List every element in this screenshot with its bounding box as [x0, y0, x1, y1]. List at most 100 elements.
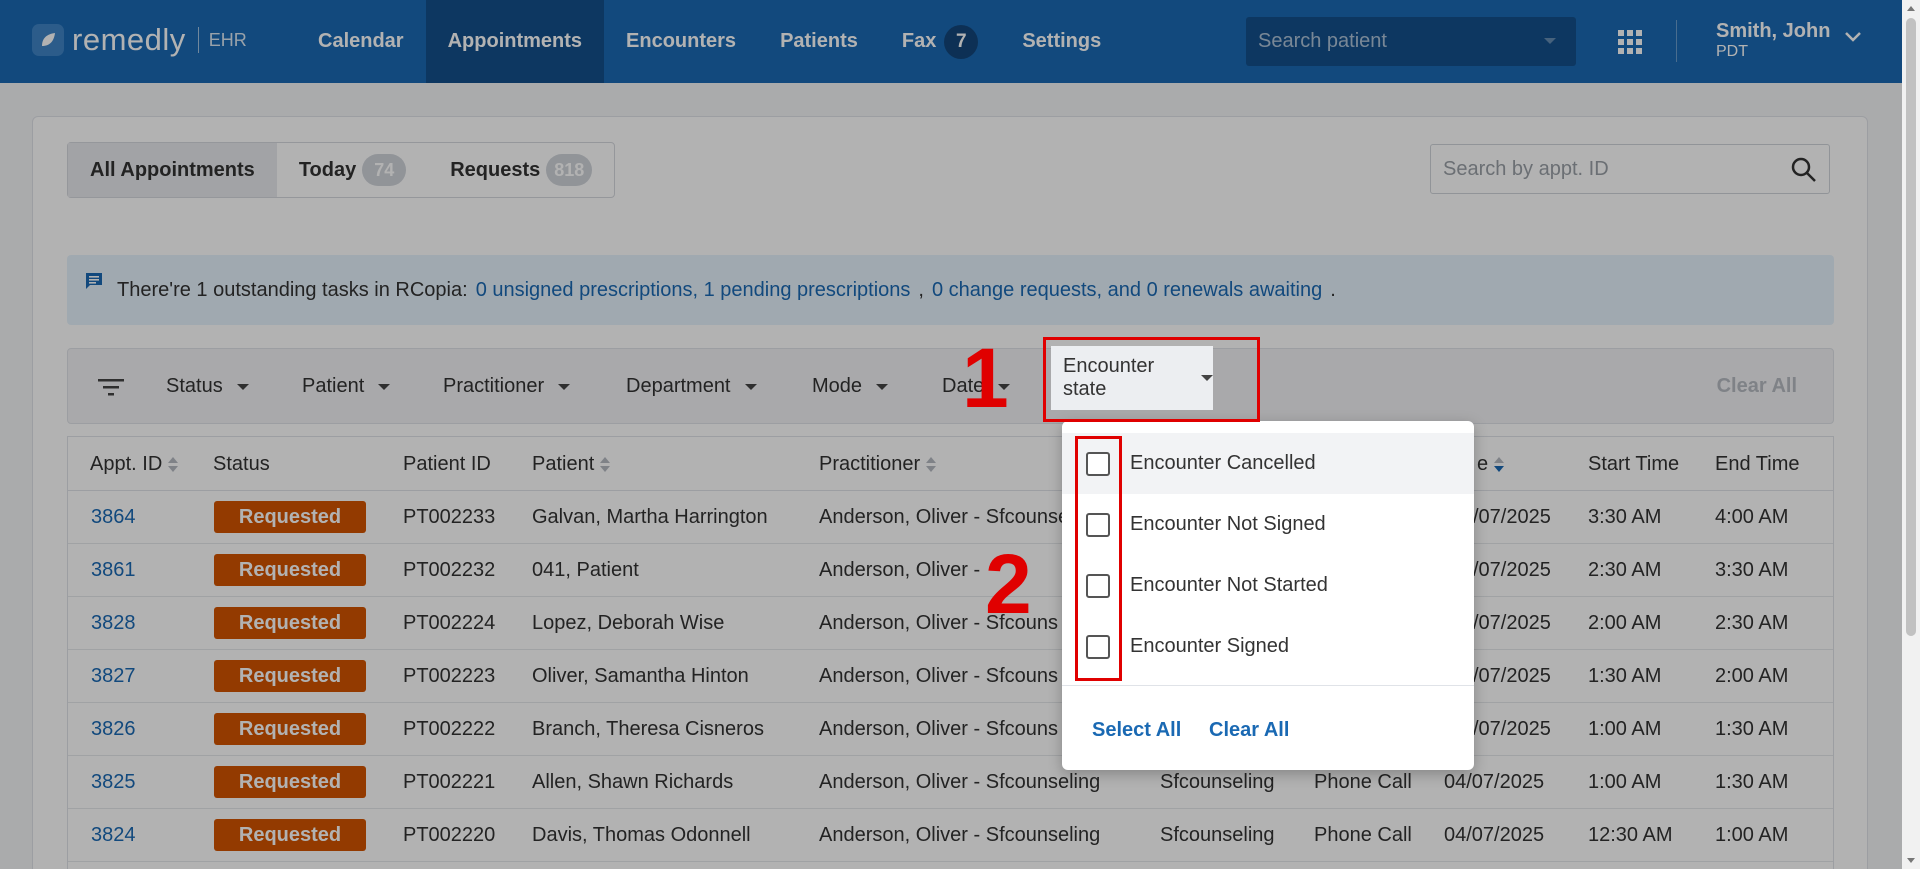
top-navbar: remedly EHR Calendar Appointments Encoun… — [0, 0, 1920, 83]
table-row[interactable]: 3824 Requested PT002220 Davis, Thomas Od… — [68, 809, 1833, 862]
search-patient-placeholder: Search patient — [1258, 30, 1387, 52]
col-date[interactable]: e — [1477, 453, 1505, 476]
nav-settings[interactable]: Settings — [1000, 0, 1123, 83]
scroll-up-icon[interactable] — [1907, 6, 1915, 11]
table-row[interactable]: 3864 Requested PT002233 Galvan, Martha H… — [68, 491, 1833, 544]
status-badge: Requested — [214, 660, 366, 692]
prescriptions-link[interactable]: 0 unsigned prescriptions, 1 pending pres… — [476, 279, 911, 302]
appt-id-link[interactable]: 3828 — [91, 612, 136, 635]
patient-name: Branch, Theresa Cisneros — [532, 718, 764, 740]
main-nav: Calendar Appointments Encounters Patient… — [296, 0, 1123, 83]
start-time: 2:00 AM — [1588, 612, 1662, 634]
start-time: 1:00 AM — [1588, 771, 1662, 793]
logo-divider — [197, 27, 199, 53]
filter-mode[interactable]: Mode — [812, 375, 889, 398]
end-time: 2:30 AM — [1715, 612, 1789, 634]
option-encounter-signed[interactable]: Encounter Signed — [1062, 616, 1474, 677]
tab-all-appointments-label: All Appointments — [90, 158, 255, 181]
clear-all-filters-button[interactable]: Clear All — [1717, 375, 1797, 398]
page-scrollbar[interactable] — [1902, 0, 1920, 869]
nav-patients-label: Patients — [780, 30, 858, 52]
sort-icon — [600, 456, 611, 473]
search-patient-input[interactable]: Search patient — [1246, 17, 1576, 66]
appt-id-link[interactable]: 3825 — [91, 771, 136, 794]
table-row[interactable]: 3828 Requested PT002224 Lopez, Deborah W… — [68, 597, 1833, 650]
table-header: Appt. ID Status Patient ID Patient Pract… — [68, 437, 1833, 491]
nav-encounters[interactable]: Encounters — [604, 0, 758, 83]
patient-id: PT002233 — [403, 506, 496, 528]
end-time: 1:30 AM — [1715, 718, 1789, 740]
nav-appointments[interactable]: Appointments — [425, 0, 605, 83]
logo-subtitle: EHR — [208, 29, 247, 50]
logo-text: remedly — [72, 22, 186, 57]
filter-status-label: Status — [166, 375, 223, 397]
patient-id: PT002232 — [403, 559, 496, 581]
patient-id: PT002223 — [403, 665, 496, 687]
appt-id-link[interactable]: 3824 — [91, 824, 136, 847]
today-count-badge: 74 — [362, 154, 407, 186]
status-badge: Requested — [214, 713, 366, 745]
filter-patient-label: Patient — [302, 375, 365, 397]
start-time: 12:30 AM — [1588, 824, 1673, 846]
rcopia-alert: There're 1 outstanding tasks in RCopia: … — [67, 255, 1834, 325]
option-label: Encounter Not Signed — [1130, 513, 1326, 535]
requests-renewals-link[interactable]: 0 change requests, and 0 renewals awaiti… — [932, 279, 1322, 302]
appt-id-search-input[interactable]: Search by appt. ID — [1430, 144, 1830, 194]
option-encounter-cancelled[interactable]: Encounter Cancelled — [1062, 433, 1474, 494]
table-row[interactable]: 3827 Requested PT002223 Oliver, Samantha… — [68, 650, 1833, 703]
status-badge: Requested — [214, 607, 366, 639]
patient-name: Allen, Shawn Richards — [532, 771, 734, 793]
col-status: Status — [213, 453, 270, 476]
option-encounter-not-signed[interactable]: Encounter Not Signed — [1062, 494, 1474, 555]
option-encounter-not-started[interactable]: Encounter Not Started — [1062, 555, 1474, 616]
alert-separator: , — [918, 278, 924, 301]
clear-all-button[interactable]: Clear All — [1209, 719, 1289, 742]
appointments-table: Appt. ID Status Patient ID Patient Pract… — [67, 436, 1834, 869]
nav-calendar[interactable]: Calendar — [296, 0, 426, 83]
scroll-down-icon[interactable] — [1907, 858, 1915, 863]
appointment-tabs: All Appointments Today 74 Requests 818 — [67, 142, 616, 198]
patient-name: Oliver, Samantha Hinton — [532, 665, 749, 687]
nav-patients[interactable]: Patients — [758, 0, 880, 83]
appt-id-link[interactable]: 3827 — [91, 665, 136, 688]
status-badge: Requested — [214, 819, 366, 851]
select-all-button[interactable]: Select All — [1092, 719, 1181, 742]
tab-requests[interactable]: Requests 818 — [428, 143, 614, 197]
col-start-time-label: Start Time — [1588, 453, 1680, 475]
table-row[interactable]: 3825 Requested PT002221 Allen, Shawn Ric… — [68, 756, 1833, 809]
appt-search-placeholder: Search by appt. ID — [1443, 157, 1609, 180]
patient-name: 041, Patient — [532, 559, 639, 581]
filter-mode-label: Mode — [812, 375, 863, 397]
logo[interactable]: remedly EHR — [32, 22, 247, 58]
filter-department[interactable]: Department — [626, 375, 757, 398]
appt-id-link[interactable]: 3861 — [91, 559, 136, 582]
tab-today[interactable]: Today 74 — [277, 143, 428, 197]
filter-practitioner[interactable]: Practitioner — [443, 375, 571, 398]
filter-patient[interactable]: Patient — [302, 375, 391, 398]
appt-id-link[interactable]: 3826 — [91, 718, 136, 741]
col-appt-id[interactable]: Appt. ID — [90, 453, 179, 476]
col-patient[interactable]: Patient — [532, 453, 611, 476]
practitioner-name: Anderson, Oliver - Sfcounseling — [819, 824, 1101, 846]
appt-date: /07/2025 — [1473, 612, 1551, 634]
filter-status[interactable]: Status — [166, 375, 249, 398]
col-practitioner[interactable]: Practitioner — [819, 453, 937, 476]
user-menu[interactable]: Smith, John PDT — [1716, 20, 1830, 61]
end-time: 1:30 AM — [1715, 771, 1789, 793]
chevron-down-icon[interactable] — [1844, 30, 1862, 48]
appt-date: /07/2025 — [1473, 665, 1551, 687]
user-name: Smith, John — [1716, 20, 1831, 42]
tab-all-appointments[interactable]: All Appointments — [68, 143, 277, 197]
filter-icon[interactable] — [98, 377, 124, 402]
table-row[interactable]: 3826 Requested PT002222 Branch, Theresa … — [68, 703, 1833, 756]
col-start-time: Start Time — [1588, 453, 1679, 476]
search-icon[interactable] — [1791, 157, 1817, 189]
sort-icon — [168, 456, 179, 473]
appt-date: /07/2025 — [1473, 559, 1551, 581]
appt-date: 04/07/2025 — [1444, 824, 1545, 846]
apps-grid-icon[interactable] — [1618, 30, 1642, 54]
scroll-thumb[interactable] — [1906, 18, 1916, 636]
table-row[interactable]: 3861 Requested PT002232 041, Patient And… — [68, 544, 1833, 597]
appt-id-link[interactable]: 3864 — [91, 506, 136, 529]
nav-fax[interactable]: Fax 7 — [880, 0, 1000, 83]
